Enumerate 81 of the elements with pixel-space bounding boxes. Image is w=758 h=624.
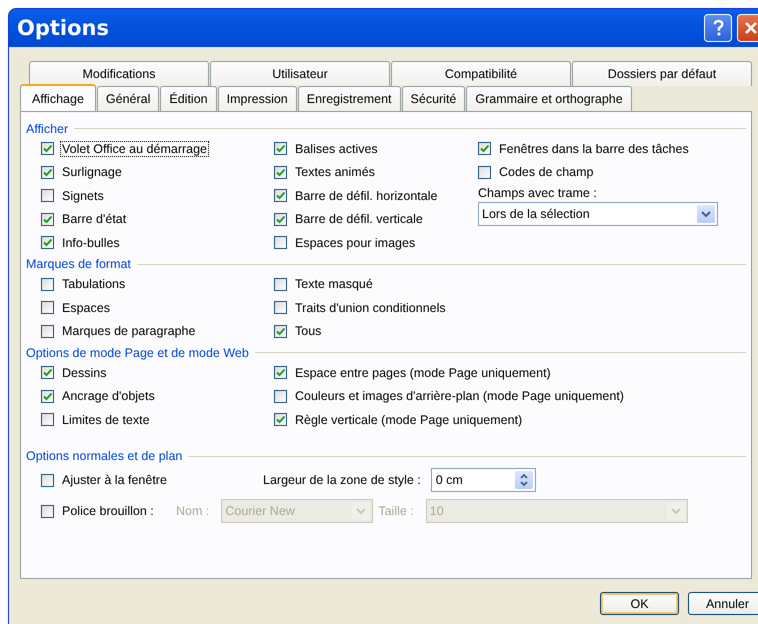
close-icon xyxy=(744,21,758,35)
checkbox[interactable] xyxy=(41,413,54,426)
spin-field[interactable]: 0 cm xyxy=(430,468,536,492)
checkbox-label: Dessins xyxy=(61,364,108,381)
checkbox[interactable] xyxy=(274,142,287,156)
tab[interactable]: Sécurité xyxy=(402,86,466,111)
checkbox[interactable] xyxy=(274,301,287,314)
checkbox-label: Ancrage d'objets xyxy=(61,388,156,404)
field-label: Champs avec trame : xyxy=(478,185,598,202)
checkbox-label: Espaces pour images xyxy=(294,234,416,251)
checkbox-label: Volet Office au démarrage xyxy=(60,140,209,157)
checkbox-label: Couleurs et images d'arrière-plan (mode Page uniquement) xyxy=(294,388,625,404)
field-label: Nom : xyxy=(176,503,210,520)
dialog-button[interactable]: OK xyxy=(600,592,679,615)
field-label: Taille : xyxy=(378,503,414,520)
tab[interactable]: Utilisateur xyxy=(210,61,390,86)
tab[interactable]: Enregistrement xyxy=(298,86,401,111)
checkbox-label: Traits d'union conditionnels xyxy=(294,300,447,316)
checkbox[interactable] xyxy=(41,142,54,156)
checkbox[interactable] xyxy=(41,504,54,518)
checkbox[interactable] xyxy=(41,390,54,403)
checkbox[interactable] xyxy=(41,166,54,179)
checkbox[interactable] xyxy=(41,278,54,291)
checkbox-label: Surlignage xyxy=(61,164,123,180)
checkbox-label: Espaces xyxy=(61,300,111,316)
checkbox-label: Signets xyxy=(61,188,105,204)
checkbox-label: Règle verticale (mode Page uniquement) xyxy=(294,412,524,428)
checkbox[interactable] xyxy=(41,236,54,250)
checkbox-label: Barre de défil. horizontale xyxy=(294,188,438,204)
checkbox[interactable] xyxy=(274,236,287,250)
checkbox[interactable] xyxy=(274,189,287,202)
tab[interactable]: Affichage xyxy=(20,84,96,111)
checkbox-label: Barre d'état xyxy=(61,211,128,228)
section-title: Options normales et de plan xyxy=(26,449,182,463)
checkbox-label: Barre de défil. verticale xyxy=(294,211,424,228)
checkbox[interactable] xyxy=(274,212,287,226)
checkbox[interactable] xyxy=(478,166,491,179)
field-label: Largeur de la zone de style : xyxy=(263,472,421,489)
dialog-button[interactable]: Annuler xyxy=(688,592,758,615)
checkbox-label: Fenêtres dans la barre des tâches xyxy=(498,140,690,157)
checkbox[interactable] xyxy=(274,390,287,403)
checkbox-label: Codes de champ xyxy=(498,164,595,180)
checkbox-label: Espace entre pages (mode Page uniquement) xyxy=(294,364,552,381)
section-title: Marques de format xyxy=(26,257,131,271)
checkbox-label: Tabulations xyxy=(61,276,126,292)
checkbox[interactable] xyxy=(274,278,287,291)
help-button[interactable] xyxy=(704,14,732,42)
checkbox[interactable] xyxy=(274,324,287,338)
checkbox[interactable] xyxy=(41,189,54,202)
tab[interactable]: Modifications xyxy=(29,61,209,86)
checkbox-label: Marques de paragraphe xyxy=(61,323,196,340)
checkbox[interactable] xyxy=(478,142,491,156)
checkbox[interactable] xyxy=(41,212,54,226)
checkbox-label: Limites de texte xyxy=(61,412,151,428)
checkbox-label: Balises actives xyxy=(294,140,379,157)
checkbox-label: Textes animés xyxy=(294,164,376,180)
checkbox-label: Ajuster à la fenêtre xyxy=(61,472,168,488)
checkbox[interactable] xyxy=(41,474,54,486)
checkbox-label: Police brouillon : xyxy=(61,503,155,519)
checkbox[interactable] xyxy=(274,366,287,380)
window-title: Options xyxy=(17,16,109,40)
section-title: Options de mode Page et de mode Web xyxy=(26,346,249,360)
tab[interactable]: Grammaire et orthographe xyxy=(466,86,632,111)
tab[interactable]: Dossiers par défaut xyxy=(572,61,752,86)
tab[interactable]: Impression xyxy=(218,86,297,111)
checkbox[interactable] xyxy=(274,413,287,426)
dropdown[interactable]: Lors de la sélection xyxy=(478,202,718,226)
checkbox[interactable] xyxy=(41,366,54,380)
tab[interactable]: Compatibilité xyxy=(391,61,571,86)
spin-arrows-icon[interactable] xyxy=(514,471,533,489)
checkbox[interactable] xyxy=(41,324,54,338)
tab[interactable]: Édition xyxy=(160,86,217,111)
section-title: Afficher xyxy=(26,122,68,136)
question-mark-icon xyxy=(712,19,724,37)
checkbox[interactable] xyxy=(274,166,287,179)
checkbox-label: Texte masqué xyxy=(294,276,374,292)
checkbox-label: Info-bulles xyxy=(61,234,121,251)
checkbox-label: Tous xyxy=(294,323,322,340)
checkbox[interactable] xyxy=(41,301,54,314)
close-button[interactable] xyxy=(737,14,758,42)
tab[interactable]: Général xyxy=(96,86,160,111)
